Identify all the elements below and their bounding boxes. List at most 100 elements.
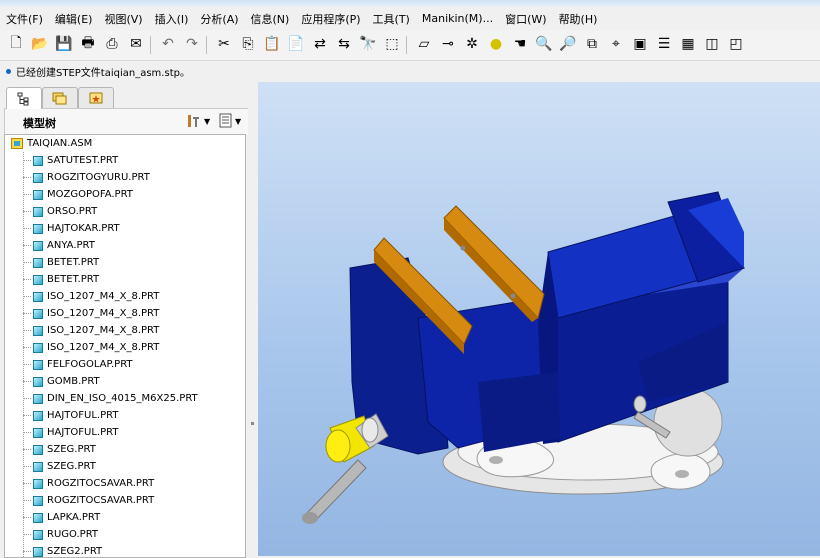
part-icon — [33, 495, 43, 506]
tree-connector — [23, 551, 31, 552]
menu-item-4[interactable]: 分析(A) — [194, 11, 244, 27]
tree-item[interactable]: ISO_1207_M4_X_8.PRT — [23, 288, 159, 305]
menu-item-5[interactable]: 信息(N) — [245, 11, 296, 27]
model-tree: TAIQIAN.ASM SATUTEST.PRT ROGZITOGYURU.PRT… — [4, 134, 246, 558]
tree-item[interactable]: ROGZITOCSAVAR.PRT — [23, 475, 154, 492]
find-button[interactable]: 🔭 — [358, 34, 378, 54]
tree-item[interactable]: ISO_1207_M4_X_8.PRT — [23, 322, 159, 339]
tree-item[interactable]: LAPKA.PRT — [23, 509, 100, 526]
tree-item[interactable]: SZEG.PRT — [23, 458, 96, 475]
wireframe-button[interactable]: ◫ — [702, 34, 722, 54]
model-tree-tab-icon — [17, 92, 29, 105]
menu-item-1[interactable]: 编辑(E) — [49, 11, 99, 27]
tree-item[interactable]: SATUTEST.PRT — [23, 152, 118, 169]
csys-display-button[interactable]: ● — [486, 34, 506, 54]
tree-item[interactable]: ANYA.PRT — [23, 237, 95, 254]
tree-item-label: GOMB.PRT — [47, 376, 100, 387]
graphics-viewport[interactable] — [258, 82, 820, 556]
panel-sash[interactable] — [248, 82, 258, 556]
view-manager-button[interactable]: ▣ — [630, 34, 650, 54]
save-button[interactable]: 💾 — [54, 34, 74, 54]
sash-grip-icon — [251, 422, 254, 425]
tree-item-label: HAJTOKAR.PRT — [47, 223, 120, 234]
tree-item[interactable]: ISO_1207_M4_X_8.PRT — [23, 305, 159, 322]
favorites-tab[interactable] — [78, 87, 114, 108]
appearance-button[interactable]: ▦ — [678, 34, 698, 54]
tree-connector — [23, 262, 31, 263]
axis-display-button[interactable]: ⊸ — [438, 34, 458, 54]
copy-button[interactable]: ⎘ — [238, 34, 258, 54]
model-tree-tab[interactable] — [6, 87, 42, 109]
zoom-out-button[interactable]: 🔎 — [558, 34, 578, 54]
print-button[interactable]: 🖶 — [78, 34, 98, 54]
zoom-in-button[interactable]: 🔍 — [534, 34, 554, 54]
show-dropdown[interactable]: ▼ — [219, 113, 241, 129]
send-button[interactable]: ✉ — [126, 34, 146, 54]
tree-item[interactable]: ORSO.PRT — [23, 203, 97, 220]
point-display-button[interactable]: ✲ — [462, 34, 482, 54]
tree-item[interactable]: HAJTOKAR.PRT — [23, 220, 120, 237]
cut-button[interactable]: ✂ — [214, 34, 234, 54]
paste-special-button[interactable]: 📄 — [286, 34, 306, 54]
new-file-button[interactable]: 🗋 — [6, 34, 26, 54]
menu-item-0[interactable]: 文件(F) — [0, 11, 49, 27]
tree-settings-icon — [188, 115, 199, 127]
menu-item-7[interactable]: 工具(T) — [367, 11, 416, 27]
tree-item[interactable]: DIN_EN_ISO_4015_M6X25.PRT — [23, 390, 198, 407]
open-folder-button[interactable]: 📂 — [30, 34, 50, 54]
orient-button[interactable]: ⌖ — [606, 34, 626, 54]
refit-button[interactable]: ⧉ — [582, 34, 602, 54]
tree-root-item[interactable]: TAIQIAN.ASM — [11, 135, 92, 152]
menu-item-2[interactable]: 视图(V) — [98, 11, 148, 27]
tree-item[interactable]: BETET.PRT — [23, 254, 99, 271]
print-preview-button[interactable]: ⎙ — [102, 34, 122, 54]
tree-item[interactable]: SZEG.PRT — [23, 441, 96, 458]
spin-center-icon: ☚ — [513, 36, 527, 52]
tree-item[interactable]: HAJTOFUL.PRT — [23, 424, 118, 441]
paste-button[interactable]: 📋 — [262, 34, 282, 54]
menu-item-9[interactable]: 窗口(W) — [499, 11, 552, 27]
part-icon — [33, 546, 43, 557]
part-icon — [33, 478, 43, 489]
menu-item-3[interactable]: 插入(I) — [149, 11, 195, 27]
tree-item[interactable]: ROGZITOCSAVAR.PRT — [23, 492, 154, 509]
tree-item[interactable]: FELFOGOLAP.PRT — [23, 356, 133, 373]
regenerate-manager-button[interactable]: ⇆ — [334, 34, 354, 54]
assembly-icon — [11, 138, 23, 149]
menu-item-10[interactable]: 帮助(H) — [553, 11, 604, 27]
menu-item-8[interactable]: Manikin(M)... — [416, 12, 499, 25]
undo-button[interactable]: ↶ — [158, 34, 178, 54]
redo-button[interactable]: ↷ — [182, 34, 202, 54]
tree-item-label: BETET.PRT — [47, 257, 100, 268]
layers-button[interactable]: ☰ — [654, 34, 674, 54]
send-icon: ✉ — [130, 36, 142, 52]
part-icon — [33, 512, 43, 523]
tree-item[interactable]: MOZGOPOFA.PRT — [23, 186, 133, 203]
folder-browser-tab[interactable] — [42, 87, 78, 108]
tree-connector — [23, 313, 31, 314]
hidden-line-button[interactable]: ◰ — [726, 34, 746, 54]
part-icon — [33, 529, 43, 540]
settings-dropdown[interactable]: ▼ — [185, 113, 210, 129]
tree-item[interactable]: BETET.PRT — [23, 271, 99, 288]
regenerate-button[interactable]: ⇄ — [310, 34, 330, 54]
tree-item[interactable]: ISO_1207_M4_X_8.PRT — [23, 339, 159, 356]
layers-icon: ☰ — [657, 36, 671, 52]
select-box-button[interactable]: ⬚ — [382, 34, 402, 54]
datum-display-button[interactable]: ▱ — [414, 34, 434, 54]
appearance-icon: ▦ — [681, 36, 695, 52]
tree-item[interactable]: GOMB.PRT — [23, 373, 100, 390]
menu-item-6[interactable]: 应用程序(P) — [295, 11, 366, 27]
tree-item[interactable]: HAJTOFUL.PRT — [23, 407, 118, 424]
spin-center-button[interactable]: ☚ — [510, 34, 530, 54]
tree-item-label: SZEG.PRT — [47, 461, 96, 472]
tree-item[interactable]: ROGZITOGYURU.PRT — [23, 169, 150, 186]
bench-vise-3d-model[interactable] — [258, 82, 820, 556]
tree-connector — [23, 534, 31, 535]
regenerate-icon: ⇄ — [314, 36, 326, 52]
tree-item[interactable]: RUGO.PRT — [23, 526, 98, 543]
window-top-strip — [0, 0, 820, 7]
part-icon — [33, 206, 43, 217]
paste-icon: 📋 — [263, 36, 281, 52]
tree-connector — [23, 449, 31, 450]
